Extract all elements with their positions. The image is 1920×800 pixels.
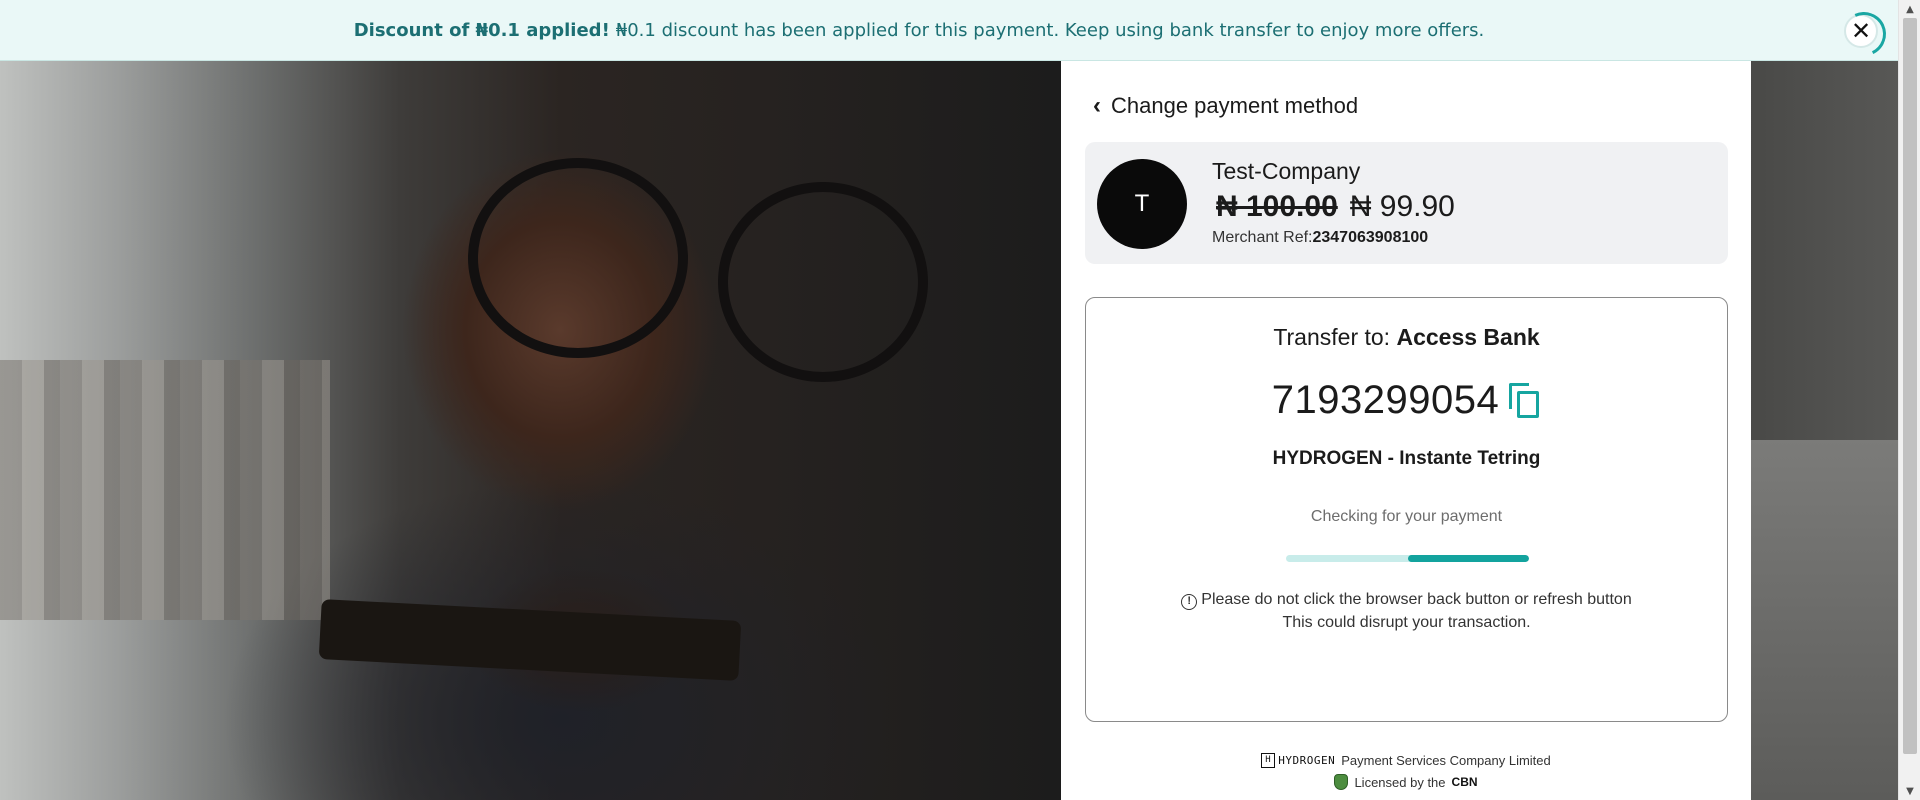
warning-line-2: This could disrupt your transaction. [1282,614,1531,631]
payment-progress-fill [1407,555,1529,562]
regulator-name: CBN [1451,775,1478,789]
discount-banner: Discount of ₦0.1 applied! ₦0.1 discount … [0,0,1898,61]
merchant-ref-value: 2347063908100 [1312,229,1429,246]
hydrogen-logo: H HYDROGEN [1261,753,1335,768]
background-sofa [1751,440,1900,800]
close-icon: ✕ [1850,17,1872,45]
close-banner-button[interactable]: ✕ [1844,14,1878,48]
footer: H HYDROGEN Payment Services Company Limi… [1061,753,1751,790]
transfer-details-box: Transfer to: Access Bank 7193299054 HYDR… [1085,297,1728,722]
warning-message: ! Please do not click the browser back bu… [1086,588,1727,634]
back-label: Change payment method [1111,93,1359,118]
avatar: T [1097,159,1187,249]
background-shelf [0,360,330,620]
hydrogen-brand: HYDROGEN [1278,754,1336,767]
page-scrollbar[interactable]: ▲ ▼ [1898,0,1920,800]
transfer-to: Transfer to: Access Bank [1086,324,1727,351]
copy-icon[interactable] [1509,382,1541,419]
merchant-card: T Test-Company ₦ 100.00 ₦ 99.90 Merchant… [1085,142,1728,264]
merchant-name: Test-Company [1212,158,1361,184]
transfer-to-label: Transfer to: [1273,324,1391,350]
original-price: ₦ 100.00 [1216,190,1338,223]
cbn-seal-icon [1334,774,1349,790]
banner-message: ₦0.1 discount has been applied for this … [615,19,1485,41]
merchant-ref-label: Merchant Ref: [1212,229,1313,246]
background-glasses-left [468,158,688,358]
payment-panel: ‹ Change payment method T Test-Company ₦… [1061,61,1751,800]
chevron-left-icon: ‹ [1093,92,1101,119]
payment-progress-bar [1286,555,1529,562]
scroll-up-arrow-icon[interactable]: ▲ [1899,0,1920,18]
background-glasses-right [718,182,928,382]
info-circle-icon: ! [1181,594,1198,610]
change-payment-method-link[interactable]: ‹ Change payment method [1093,93,1358,119]
hydrogen-logo-icon: H [1261,753,1276,768]
licensed-label: Licensed by the [1354,774,1446,790]
merchant-ref: Merchant Ref:2347063908100 [1212,229,1428,247]
warning-line-1: Please do not click the browser back but… [1201,591,1632,608]
account-row: 7193299054 [1086,378,1727,423]
price-row: ₦ 100.00 ₦ 99.90 [1216,190,1455,224]
company-name: Payment Services Company Limited [1341,753,1551,768]
scrollbar-thumb[interactable] [1903,18,1917,754]
banner-title: Discount of ₦0.1 applied! [353,19,610,41]
discounted-price: ₦ 99.90 [1349,190,1455,223]
bank-name: Access Bank [1396,324,1540,350]
account-name: HYDROGEN - Instante Tetring [1272,448,1541,469]
account-number: 7193299054 [1271,378,1500,422]
payment-status-text: Checking for your payment [1310,508,1503,525]
scroll-down-arrow-icon[interactable]: ▼ [1899,782,1920,800]
